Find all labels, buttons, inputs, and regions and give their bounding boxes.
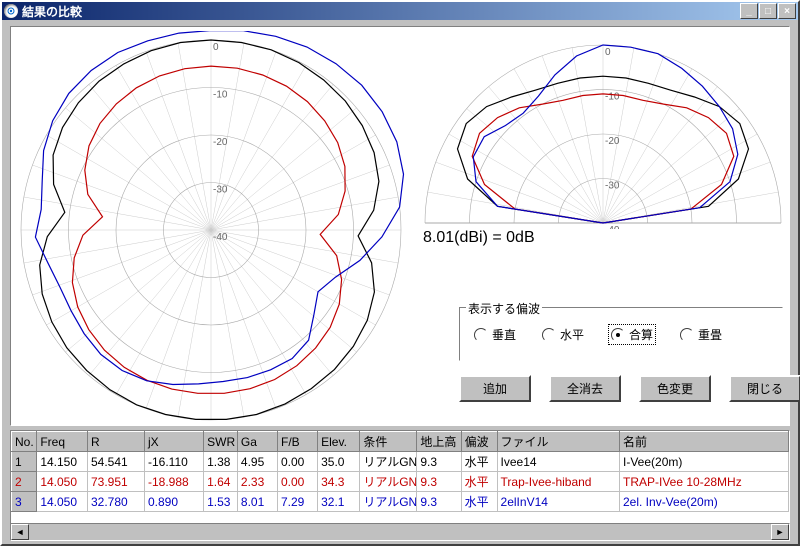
table-header[interactable]: 偏波: [461, 432, 497, 452]
table-cell: 73.951: [88, 472, 145, 492]
table-cell: 2elInV14: [497, 492, 619, 512]
row-header[interactable]: 3: [12, 492, 37, 512]
table-cell: 9.3: [417, 492, 461, 512]
minimize-button[interactable]: _: [740, 3, 758, 19]
svg-text:-40: -40: [605, 225, 620, 229]
radio-dot-icon: [680, 328, 694, 342]
table-cell: 54.541: [88, 452, 145, 472]
titlebar[interactable]: 結果の比較 _ □ ×: [2, 2, 798, 20]
scroll-left-button[interactable]: ◄: [11, 524, 29, 540]
radio-label: 重畳: [698, 326, 722, 343]
table-cell: 4.95: [237, 452, 277, 472]
client-area: 0 -10 -20 -30 -40 0 -10 -20 -30 -40 8.01(dBi) = …: [2, 20, 798, 544]
table-cell: Ivee14: [497, 452, 619, 472]
row-header[interactable]: 1: [12, 452, 37, 472]
table-header[interactable]: 条件: [360, 432, 417, 452]
table-cell: 1.64: [204, 472, 238, 492]
window-title: 結果の比較: [22, 3, 740, 20]
gain-label: 8.01(dBi) = 0dB: [423, 229, 535, 247]
table-cell: 0.890: [145, 492, 204, 512]
table-header[interactable]: R: [88, 432, 145, 452]
table-header[interactable]: 名前: [620, 432, 789, 452]
table-cell: TRAP-IVee 10-28MHz: [620, 472, 789, 492]
table-header[interactable]: Elev.: [318, 432, 360, 452]
table-cell: リアルGND: [360, 492, 417, 512]
table-cell: 1.38: [204, 452, 238, 472]
polarization-group: 表示する偏波 垂直水平合算重畳: [459, 307, 783, 361]
elevation-chart: 0 -10 -20 -30 -40: [419, 31, 787, 229]
table-header[interactable]: SWR: [204, 432, 238, 452]
table-cell: I-Vee(20m): [620, 452, 789, 472]
table-header[interactable]: No.: [12, 432, 37, 452]
table-cell: 水平: [461, 492, 497, 512]
table-cell: リアルGND: [360, 452, 417, 472]
chart-pane: 0 -10 -20 -30 -40 0 -10 -20 -30 -40 8.01(dBi) = …: [10, 26, 790, 426]
table-header[interactable]: 地上高: [417, 432, 461, 452]
app-icon: [4, 4, 18, 18]
radio-label: 水平: [560, 326, 584, 343]
table-header[interactable]: F/B: [278, 432, 318, 452]
svg-text:-30: -30: [605, 181, 620, 192]
table-cell: 8.01: [237, 492, 277, 512]
row-header[interactable]: 2: [12, 472, 37, 492]
table-cell: -16.110: [145, 452, 204, 472]
table-cell: -18.988: [145, 472, 204, 492]
table-cell: 0.00: [278, 472, 318, 492]
polarization-radio-0[interactable]: 垂直: [472, 324, 518, 345]
table-header[interactable]: Ga: [237, 432, 277, 452]
svg-text:-30: -30: [213, 185, 228, 196]
svg-text:-40: -40: [213, 232, 228, 243]
maximize-button[interactable]: □: [759, 3, 777, 19]
table-cell: 32.780: [88, 492, 145, 512]
table-cell: 9.3: [417, 472, 461, 492]
table-cell: 0.00: [278, 452, 318, 472]
table-cell: 1.53: [204, 492, 238, 512]
radio-dot-icon: [542, 328, 556, 342]
svg-text:0: 0: [605, 47, 611, 58]
table-cell: 2.33: [237, 472, 277, 492]
change-color-button[interactable]: 色変更: [639, 375, 711, 402]
table-cell: 水平: [461, 472, 497, 492]
polarization-legend: 表示する偏波: [466, 300, 542, 317]
polarization-radio-3[interactable]: 重畳: [678, 324, 724, 345]
results-table[interactable]: No.FreqRjXSWRGaF/BElev.条件地上高偏波ファイル名前114.…: [10, 430, 790, 530]
table-cell: 7.29: [278, 492, 318, 512]
radio-dot-icon: [611, 328, 625, 342]
table-cell: Trap-Ivee-hiband: [497, 472, 619, 492]
radio-dot-icon: [474, 328, 488, 342]
scroll-right-button[interactable]: ►: [771, 524, 789, 540]
table-header[interactable]: ファイル: [497, 432, 619, 452]
table-cell: 2el. Inv-Vee(20m): [620, 492, 789, 512]
radio-label: 垂直: [492, 326, 516, 343]
polarization-radio-2[interactable]: 合算: [608, 324, 656, 345]
add-button[interactable]: 追加: [459, 375, 531, 402]
close-button[interactable]: 閉じる: [729, 375, 800, 402]
table-cell: 14.050: [37, 472, 88, 492]
svg-text:-10: -10: [213, 90, 228, 101]
horizontal-scrollbar[interactable]: ◄ ►: [10, 523, 790, 541]
clear-all-button[interactable]: 全消去: [549, 375, 621, 402]
table-cell: 14.150: [37, 452, 88, 472]
azimuth-chart: 0 -10 -20 -30 -40: [11, 31, 411, 429]
table-row[interactable]: 314.05032.7800.8901.538.017.2932.1リアルGND…: [12, 492, 789, 512]
table-row[interactable]: 214.05073.951-18.9881.642.330.0034.3リアルG…: [12, 472, 789, 492]
table-cell: 水平: [461, 452, 497, 472]
table-cell: 32.1: [318, 492, 360, 512]
table-row[interactable]: 114.15054.541-16.1101.384.950.0035.0リアルG…: [12, 452, 789, 472]
close-window-button[interactable]: ×: [778, 3, 796, 19]
table-cell: 14.050: [37, 492, 88, 512]
svg-text:-20: -20: [605, 136, 620, 147]
table-cell: 35.0: [318, 452, 360, 472]
svg-text:0: 0: [213, 42, 219, 53]
table-cell: リアルGND: [360, 472, 417, 492]
radio-label: 合算: [629, 326, 653, 343]
window: 結果の比較 _ □ × 0 -10 -20 -30 -40 0 -10 -20 -30 -40 …: [0, 0, 800, 546]
table-cell: 9.3: [417, 452, 461, 472]
table-header[interactable]: jX: [145, 432, 204, 452]
svg-text:-20: -20: [213, 137, 228, 148]
table-header[interactable]: Freq: [37, 432, 88, 452]
polarization-radio-1[interactable]: 水平: [540, 324, 586, 345]
table-cell: 34.3: [318, 472, 360, 492]
svg-text:-10: -10: [605, 92, 620, 103]
